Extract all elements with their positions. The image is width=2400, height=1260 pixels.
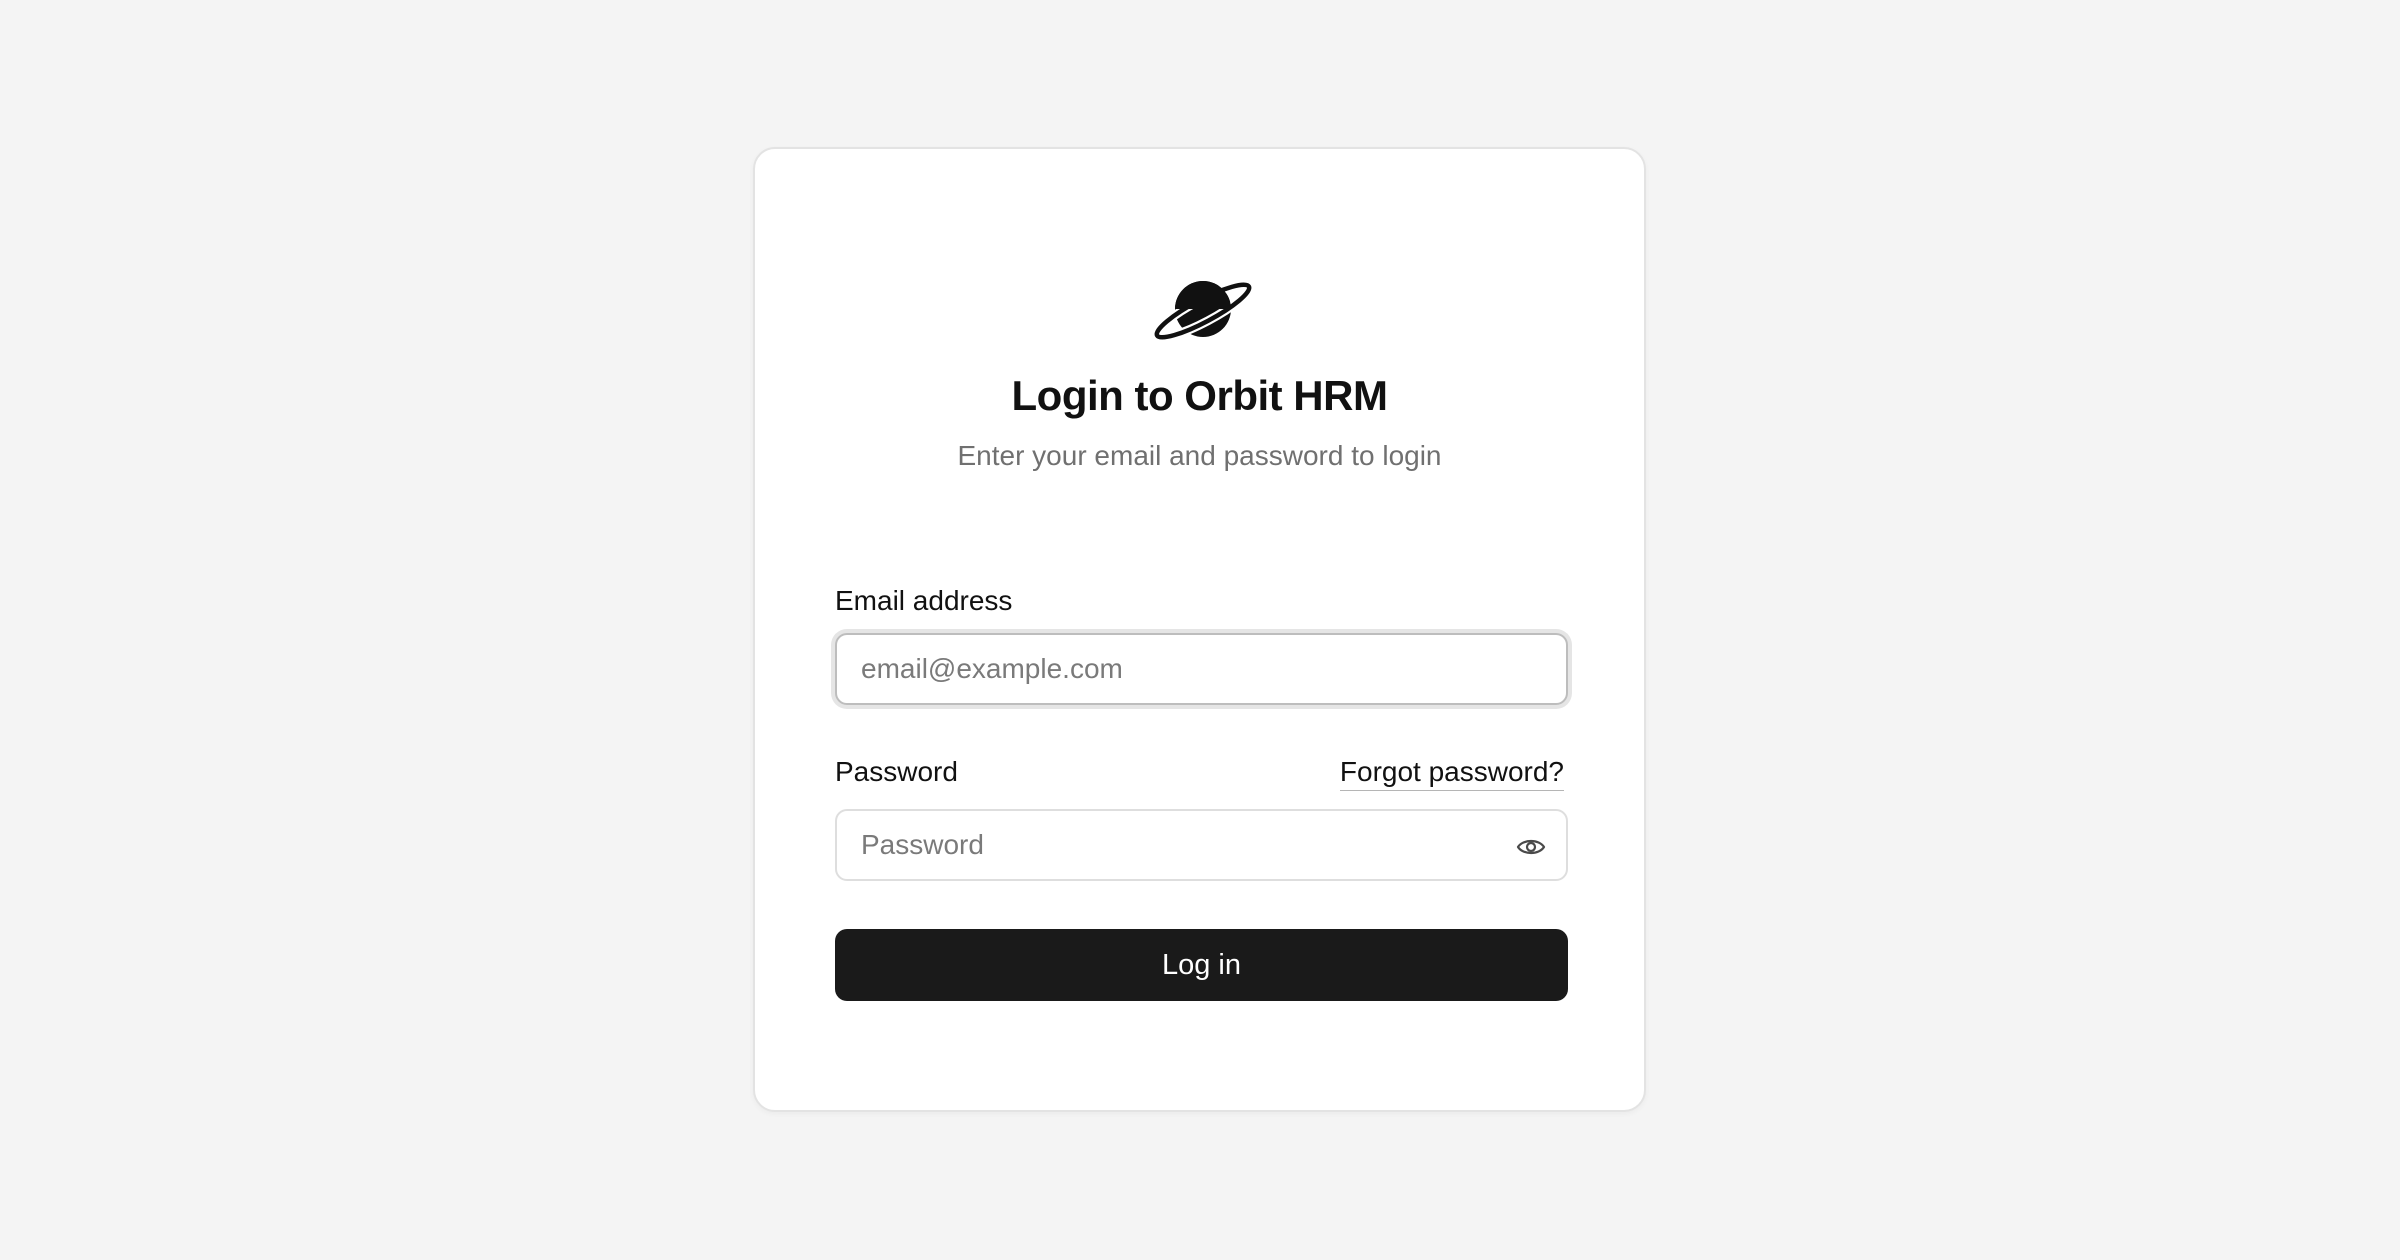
planet-icon [1153,280,1253,342]
login-card: Login to Orbit HRM Enter your email and … [753,147,1646,1112]
page-subtitle: Enter your email and password to login [957,440,1442,471]
page-title: Login to Orbit HRM [1011,372,1388,419]
email-input[interactable] [837,635,1566,703]
login-button[interactable]: Log in [835,929,1568,1001]
eye-icon[interactable] [1516,832,1546,862]
forgot-password-link[interactable]: Forgot password? [1339,755,1564,791]
password-input[interactable] [837,811,1566,879]
password-field-wrapper [835,809,1568,881]
email-field-wrapper [835,633,1568,705]
email-label: Email address [835,585,1013,616]
password-label: Password [835,756,958,787]
